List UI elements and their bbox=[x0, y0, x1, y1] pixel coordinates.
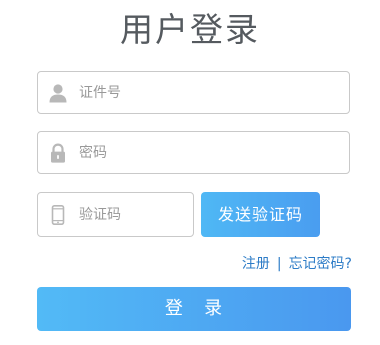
username-field[interactable] bbox=[37, 71, 350, 114]
password-input[interactable] bbox=[79, 132, 339, 173]
login-button[interactable]: 登 录 bbox=[37, 287, 351, 331]
phone-icon bbox=[48, 205, 68, 225]
auth-links: 注册 | 忘记密码? bbox=[242, 254, 352, 274]
login-button-label: 登 录 bbox=[164, 298, 224, 319]
password-field[interactable] bbox=[37, 131, 350, 174]
lock-icon bbox=[48, 143, 68, 163]
register-link[interactable]: 注册 bbox=[242, 256, 270, 272]
verify-code-input[interactable] bbox=[79, 193, 184, 236]
verify-code-field[interactable] bbox=[37, 192, 194, 237]
user-icon bbox=[48, 83, 68, 103]
send-code-button[interactable]: 发送验证码 bbox=[201, 192, 320, 237]
page-title: 用户登录 bbox=[120, 10, 260, 49]
forgot-password-link[interactable]: 忘记密码? bbox=[289, 256, 352, 272]
username-input[interactable] bbox=[79, 72, 339, 113]
link-separator: | bbox=[276, 256, 282, 272]
